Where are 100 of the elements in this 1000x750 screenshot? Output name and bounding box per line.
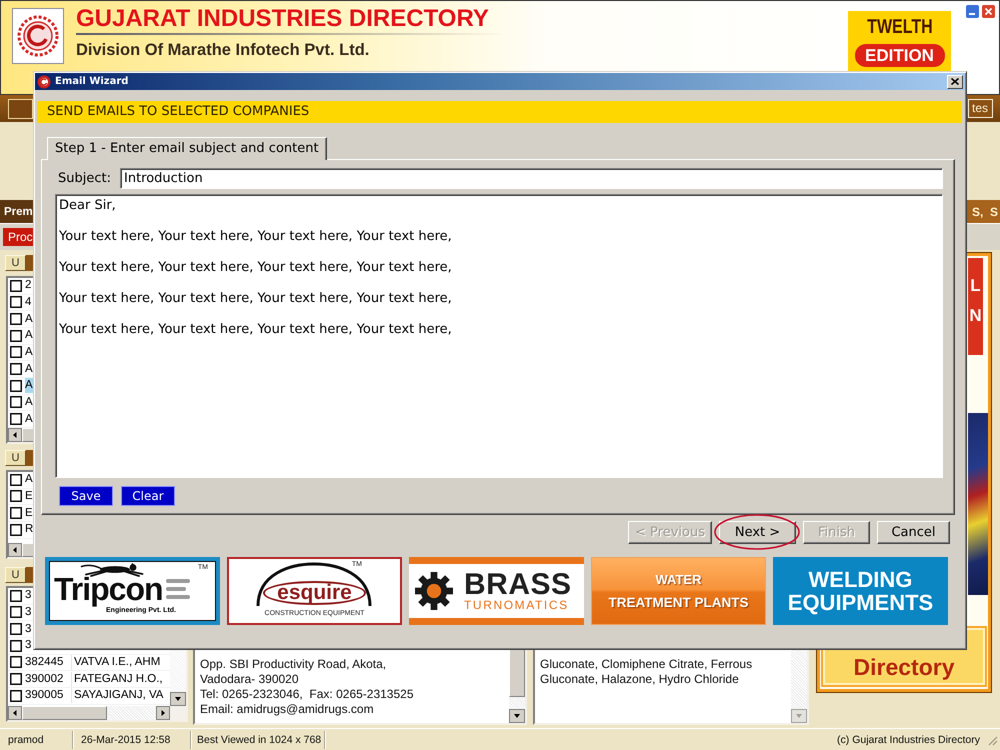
app-subtitle: Division Of Marathe Infotech Pvt. Ltd. xyxy=(76,41,370,59)
checkbox[interactable] xyxy=(10,280,22,292)
close-button[interactable] xyxy=(947,74,963,88)
checkbox[interactable] xyxy=(10,656,22,668)
list-cell[interactable]: E xyxy=(25,488,34,504)
address-line: Email: amidrugs@amidrugs.com xyxy=(200,702,375,717)
checkbox[interactable] xyxy=(10,380,22,392)
checkbox[interactable] xyxy=(10,690,22,702)
address-line: Opp. SBI Productivity Road, Akota, xyxy=(200,657,388,672)
emblem-icon xyxy=(12,8,64,64)
status-cell: 26-Mar-2015 12:58 xyxy=(76,730,191,748)
list-cell[interactable]: 2 xyxy=(25,278,32,294)
subject-label: Subject: xyxy=(57,170,112,188)
product-line: Gluconate, Clomiphene Citrate, Ferrous xyxy=(540,657,754,672)
list-cell[interactable]: E xyxy=(25,506,34,521)
checkbox[interactable] xyxy=(10,413,22,426)
checkbox[interactable] xyxy=(10,474,22,486)
tab[interactable]: Step 1 - Enter email subject and content xyxy=(47,137,327,160)
badge-label: EDITION xyxy=(854,44,944,67)
list-cell[interactable]: 382445 xyxy=(25,654,72,670)
ad-headline: WATER xyxy=(656,572,702,586)
checkbox[interactable] xyxy=(10,673,22,686)
ad-banner[interactable]: WELDING EQUIPMENTS xyxy=(773,557,948,625)
list-cell[interactable]: 3 xyxy=(25,622,32,637)
list-cell[interactable]: A xyxy=(25,344,34,360)
section-label: Prem xyxy=(3,206,33,218)
tab[interactable]: Proc xyxy=(3,228,33,246)
list-cell[interactable]: 3 xyxy=(25,604,32,620)
list-cell[interactable]: SAYAJIGANJ, VA xyxy=(74,688,164,704)
list-cell[interactable]: FATEGANJ H.O., xyxy=(74,672,164,687)
resize-grip-icon[interactable] xyxy=(986,734,998,746)
checkbox[interactable] xyxy=(10,590,22,602)
checkbox[interactable] xyxy=(10,396,22,408)
u-button[interactable]: U xyxy=(5,255,26,271)
u-button[interactable]: U xyxy=(5,450,26,466)
address-line: Vadodara- 390020 xyxy=(200,672,300,687)
list-cell[interactable]: 4 xyxy=(25,294,32,310)
address-line: Tel: 0265-2323046, Fax: 0265-2313525 xyxy=(200,687,414,702)
ad-banner[interactable]: BRASS TURNOMATICS xyxy=(409,557,584,625)
list-cell[interactable]: A xyxy=(25,362,34,377)
list-cell[interactable]: A xyxy=(25,472,34,488)
next-button[interactable]: Next > xyxy=(719,521,796,544)
checkbox[interactable] xyxy=(10,313,22,326)
dialog-title: Email Wizard xyxy=(55,76,128,87)
checkbox[interactable] xyxy=(10,606,22,618)
ad-letter: N xyxy=(969,305,982,327)
app-title: GUJARAT INDUSTRIES DIRECTORY xyxy=(76,5,490,32)
status-cell: pramod xyxy=(3,730,73,748)
scroll-down-icon[interactable] xyxy=(170,692,186,706)
save-button[interactable]: Save xyxy=(59,486,113,506)
emblem-icon xyxy=(37,74,51,88)
list-cell[interactable]: A xyxy=(25,312,34,327)
checkbox[interactable] xyxy=(10,363,22,376)
ad-letter: L xyxy=(970,275,981,297)
checkbox[interactable] xyxy=(10,524,22,536)
checkbox[interactable] xyxy=(10,507,22,520)
checkbox[interactable] xyxy=(10,640,22,652)
subject-field[interactable]: Introduction xyxy=(120,168,943,189)
checkbox[interactable] xyxy=(10,623,22,636)
message-body-field[interactable]: Dear Sir, Your text here, Your text here, Your text here, Your text here, Your text here, Your text here, Your text here, Your text here, Your text here, Your text here, Your text here, Your text here, Your text here, Your text here, Your text here, Your text here, xyxy=(55,194,943,478)
scrollbar-thumb[interactable] xyxy=(22,706,107,720)
logo-text: esquire xyxy=(263,581,366,605)
product-line: Gluconate, Halazone, Hydro Chloride xyxy=(540,672,740,687)
leaping-cat-icon xyxy=(80,563,144,577)
u-button[interactable]: U xyxy=(5,567,26,583)
list-cell[interactable]: A xyxy=(25,328,34,344)
scrollbar-track[interactable] xyxy=(8,706,186,720)
close-icon xyxy=(951,78,959,85)
toolbar-button[interactable]: tes xyxy=(968,99,993,118)
checkbox[interactable] xyxy=(10,330,22,342)
section-label: S, S xyxy=(972,204,998,218)
banner-heading: SEND EMAILS TO SELECTED COMPANIES xyxy=(37,101,962,123)
scroll-left-icon[interactable] xyxy=(8,428,22,442)
list-cell[interactable]: VATVA I.E., AHM xyxy=(74,654,162,670)
checkbox[interactable] xyxy=(10,346,22,358)
list-cell[interactable]: 390002 xyxy=(25,672,72,687)
close-icon[interactable] xyxy=(982,5,995,18)
clear-button[interactable]: Clear xyxy=(121,486,175,506)
tagline-text: TURNOMATICS xyxy=(464,598,569,612)
scroll-down-icon[interactable] xyxy=(509,709,525,723)
minimize-icon[interactable] xyxy=(966,5,979,18)
list-cell[interactable]: R xyxy=(25,522,34,538)
checkbox[interactable] xyxy=(10,296,22,308)
logo-text: BRASS xyxy=(464,570,572,598)
cancel-button[interactable]: Cancel xyxy=(877,521,950,544)
scroll-left-icon[interactable] xyxy=(8,706,22,720)
stripes-icon xyxy=(166,578,190,600)
ad-headline: EQUIPMENTS xyxy=(788,591,934,614)
list-cell[interactable]: A xyxy=(25,394,34,410)
ad-headline: WELDING xyxy=(808,568,912,591)
toolbar-button[interactable] xyxy=(8,98,33,118)
list-cell[interactable]: 3 xyxy=(25,588,32,604)
list-cell[interactable]: 390005 xyxy=(25,688,72,704)
checkbox[interactable] xyxy=(10,490,22,502)
scroll-left-icon[interactable] xyxy=(8,543,22,557)
gear-icon xyxy=(415,572,453,610)
badge-text: TWELTH xyxy=(866,15,932,39)
list-cell[interactable]: A xyxy=(25,412,34,427)
scroll-right-icon[interactable] xyxy=(156,706,170,720)
list-cell[interactable]: 3 xyxy=(25,638,32,654)
